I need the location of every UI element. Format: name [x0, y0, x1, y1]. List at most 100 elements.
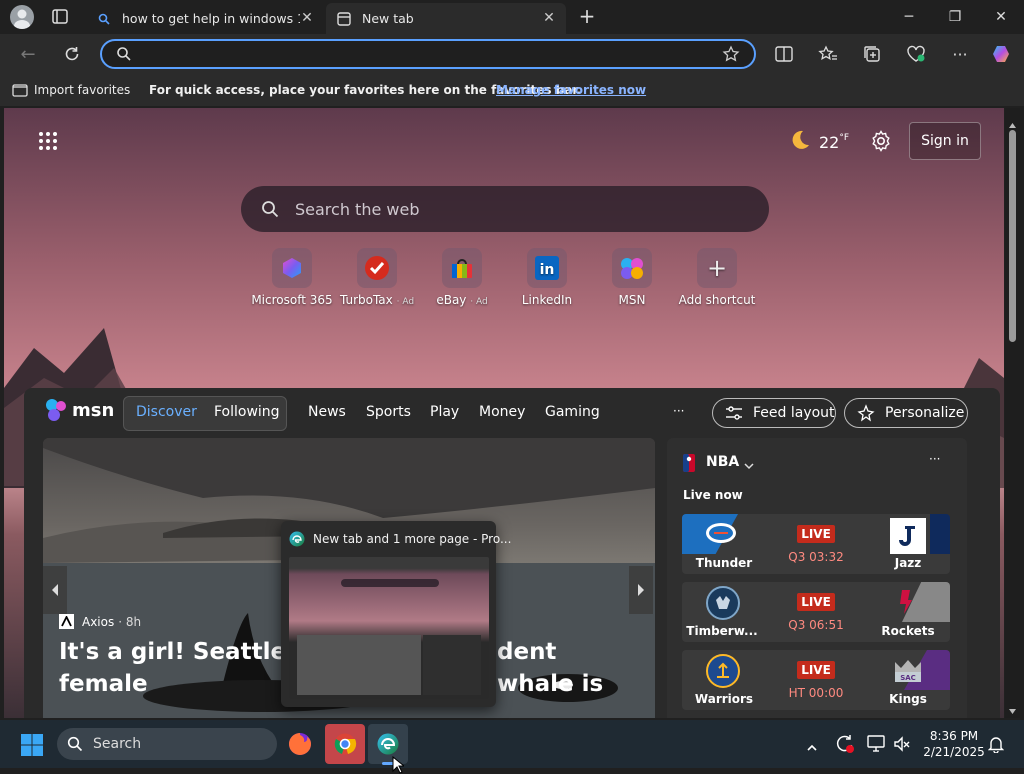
away-team: Rockets	[881, 624, 935, 638]
live-badge: LIVE	[797, 661, 835, 679]
game-timberwolves-rockets[interactable]: Timberw... LIVE Q3 06:51 Rockets	[682, 582, 950, 642]
clock-time: 8:36 PM	[929, 729, 979, 743]
close-tab-icon[interactable]: ✕	[540, 9, 558, 27]
nba-title[interactable]: NBA	[706, 454, 739, 470]
chrome-taskbar-button[interactable]	[325, 724, 365, 764]
shortcut-turbotax[interactable]: TurboTax · Ad	[332, 248, 422, 307]
shortcut-add[interactable]: + Add shortcut	[672, 248, 762, 307]
rockets-logo-icon	[894, 588, 918, 620]
minimize-button[interactable]: ─	[886, 0, 932, 34]
edge-icon	[289, 531, 305, 551]
windows-start-icon[interactable]	[20, 733, 44, 761]
shortcut-label: Add shortcut	[678, 293, 756, 307]
chevron-down-icon[interactable]	[743, 456, 755, 475]
nav-play[interactable]: Play	[430, 404, 459, 420]
tab-discover[interactable]: Discover	[136, 404, 197, 420]
live-badge: LIVE	[797, 525, 835, 543]
address-bar[interactable]	[100, 39, 756, 69]
home-team: Thunder	[695, 556, 753, 570]
scroll-down-icon[interactable]	[1008, 700, 1017, 719]
personalize-button[interactable]: Personalize	[844, 398, 968, 428]
feed-layout-button[interactable]: Feed layout	[712, 398, 836, 428]
notification-bell-icon[interactable]	[987, 735, 1005, 757]
taskbar-search[interactable]: Search	[57, 728, 277, 760]
split-screen-icon[interactable]	[772, 42, 796, 66]
shortcut-label: Microsoft 365	[251, 293, 333, 307]
favorites-icon[interactable]	[816, 42, 840, 66]
tab-actions-icon[interactable]	[50, 8, 70, 26]
sliders-icon	[725, 405, 743, 421]
browser-essentials-icon[interactable]	[904, 42, 928, 66]
favorites-bar: Import favorites For quick access, place…	[0, 74, 1024, 106]
web-search-box[interactable]: Search the web	[241, 186, 769, 232]
refresh-icon[interactable]	[60, 42, 84, 66]
favorite-star-icon[interactable]	[722, 45, 740, 67]
shortcut-label: MSN	[618, 293, 646, 307]
tab-title: New tab	[362, 11, 414, 26]
game-thunder-jazz[interactable]: Thunder LIVE Q3 03:32 Jazz	[682, 514, 950, 574]
volume-muted-icon[interactable]	[893, 735, 911, 757]
sparkle-star-icon	[857, 404, 875, 422]
maximize-button[interactable]: ❐	[932, 0, 978, 34]
manage-favorites-link[interactable]: Manage favorites now	[496, 83, 646, 97]
nav-gaming[interactable]: Gaming	[545, 404, 600, 420]
live-badge: LIVE	[797, 593, 835, 611]
mouse-cursor-icon	[392, 756, 404, 774]
collections-icon[interactable]	[860, 42, 884, 66]
nba-more-icon[interactable]: ···	[929, 452, 940, 466]
tab-help-windows[interactable]: how to get help in windows 11 - B ✕	[86, 3, 324, 34]
close-window-button[interactable]: ✕	[978, 0, 1024, 34]
tab-title: how to get help in windows 11 - B	[122, 11, 300, 26]
shortcut-ebay[interactable]: eBay · Ad	[417, 248, 507, 307]
turbotax-icon	[357, 248, 397, 288]
carousel-prev-button[interactable]	[43, 566, 67, 614]
chevron-up-icon[interactable]	[806, 738, 818, 757]
carousel-next-button[interactable]	[629, 566, 653, 614]
new-tab-button[interactable]: +	[576, 6, 598, 28]
import-favorites-link[interactable]: Import favorites	[34, 83, 130, 97]
title-bar: how to get help in windows 11 - B ✕ New …	[0, 0, 1024, 34]
sync-icon[interactable]	[835, 734, 855, 758]
back-icon[interactable]: ←	[16, 42, 40, 66]
headline-line-1-end: dent whale is	[497, 639, 604, 697]
feed-nav: msn Discover Following News Sports Play …	[24, 388, 1000, 438]
edge-icon	[377, 733, 399, 755]
tab-new-tab[interactable]: New tab ✕	[326, 3, 566, 34]
firefox-taskbar-button[interactable]	[280, 724, 320, 764]
display-icon[interactable]	[867, 735, 887, 757]
apps-launcher-icon[interactable]	[38, 131, 58, 155]
new-tab-page: 22 °F Sign in Search the web Microsoft 3…	[4, 108, 1004, 718]
taskbar-window-preview[interactable]: New tab and 1 more page - Pro...	[281, 521, 511, 707]
away-team: Kings	[889, 692, 927, 706]
nav-more-icon[interactable]: ···	[673, 404, 684, 418]
clock-date: 2/21/2025	[923, 745, 985, 759]
weather-widget[interactable]: 22 °F	[787, 128, 849, 156]
game-warriors-kings[interactable]: Warriors LIVE HT 00:00 SAC Kings	[682, 650, 950, 710]
close-tab-icon[interactable]: ✕	[298, 9, 316, 27]
tab-following[interactable]: Following	[214, 404, 280, 420]
thunder-logo-icon	[704, 520, 738, 550]
away-team: Jazz	[894, 556, 922, 570]
shortcut-linkedin[interactable]: in LinkedIn	[502, 248, 592, 307]
settings-gear-icon[interactable]	[870, 130, 892, 156]
shortcut-msn[interactable]: MSN	[587, 248, 677, 307]
nav-money[interactable]: Money	[479, 404, 525, 420]
import-favorites-icon	[12, 82, 28, 100]
shortcut-label: eBay	[436, 293, 467, 307]
preview-feed	[297, 635, 421, 695]
sign-in-button[interactable]: Sign in	[909, 122, 981, 160]
shortcut-microsoft-365[interactable]: Microsoft 365	[247, 248, 337, 307]
preview-title: New tab and 1 more page - Pro...	[313, 532, 512, 546]
nav-news[interactable]: News	[308, 404, 346, 420]
system-clock[interactable]: 8:36 PM 2/21/2025	[918, 728, 990, 760]
more-menu-icon[interactable]: ···	[948, 42, 972, 66]
nav-sports[interactable]: Sports	[366, 404, 411, 420]
scrollbar-thumb[interactable]	[1009, 130, 1016, 342]
home-team: Warriors	[694, 692, 754, 706]
page-scrollbar[interactable]	[1005, 108, 1020, 718]
axios-logo-icon	[59, 614, 74, 629]
address-input[interactable]	[142, 45, 702, 63]
profile-avatar[interactable]	[10, 5, 34, 29]
team-logo-jazz	[890, 518, 926, 554]
copilot-icon[interactable]	[990, 42, 1014, 66]
